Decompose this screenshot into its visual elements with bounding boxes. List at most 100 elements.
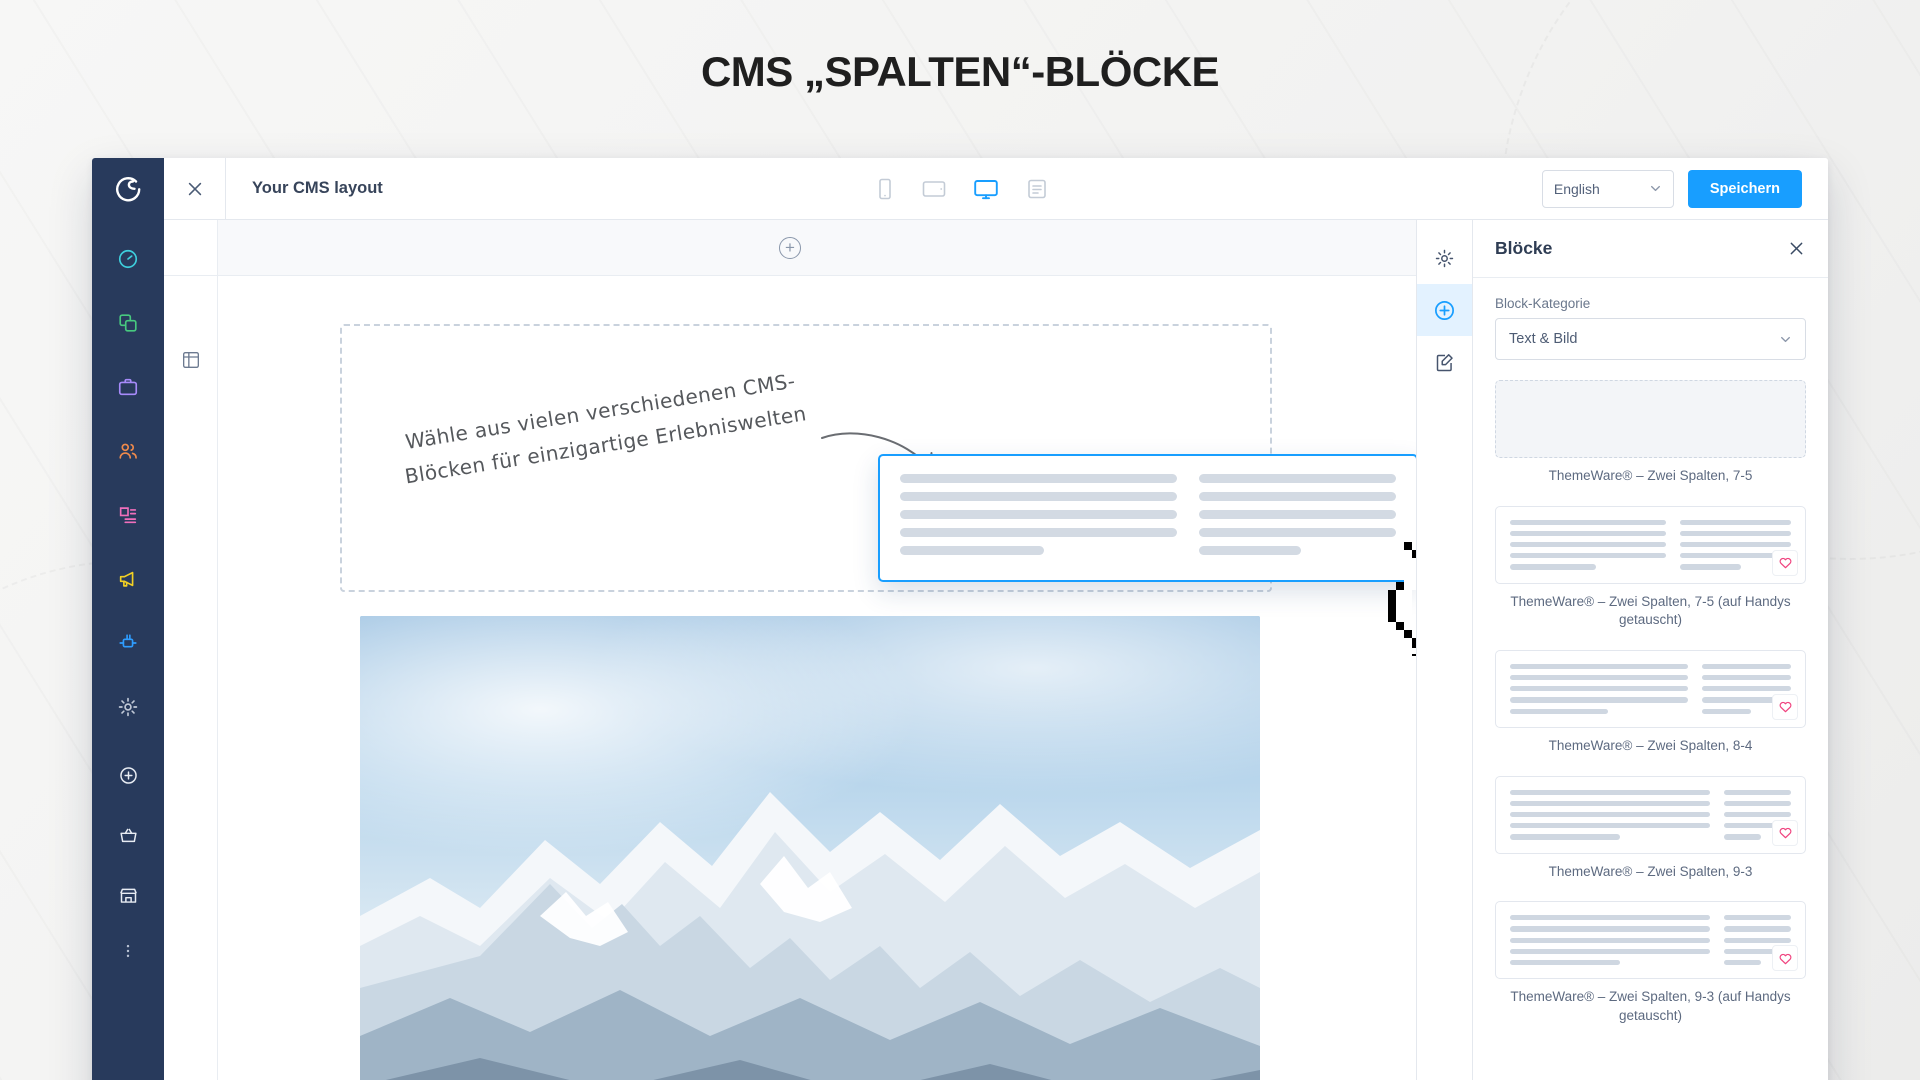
block-list-item[interactable]: ThemeWare® – Zwei Spalten, 9-3 xyxy=(1495,775,1806,882)
dragged-block-preview[interactable] xyxy=(878,454,1416,582)
placeholder-bar xyxy=(1198,492,1396,501)
block-list-item[interactable]: ThemeWare® – Zwei Spalten, 7-5 xyxy=(1495,380,1806,486)
toolbar-right: English Speichern xyxy=(1541,169,1828,208)
shopware-logo-icon[interactable] xyxy=(92,158,164,220)
block-category-select[interactable]: Text & Bild xyxy=(1495,318,1806,360)
placeholder-bar xyxy=(1198,510,1396,519)
block-label: ThemeWare® – Zwei Spalten, 8-4 xyxy=(1548,737,1753,753)
placeholder-bar xyxy=(900,528,1177,537)
device-preview-switcher xyxy=(383,177,1542,201)
placeholder-bar xyxy=(1724,959,1761,966)
language-select[interactable]: English xyxy=(1541,169,1674,208)
blocks-panel-header: Blöcke xyxy=(1473,220,1828,278)
block-category-value: Text & Bild xyxy=(1509,331,1578,347)
chevron-down-icon xyxy=(1781,336,1790,342)
placeholder-bar xyxy=(1724,811,1791,818)
block-list-item[interactable]: ThemeWare® – Zwei Spalten, 7-5 (auf Hand… xyxy=(1495,505,1806,630)
placeholder-bar xyxy=(1679,542,1791,548)
placeholder-bar xyxy=(1198,528,1396,537)
gear-icon[interactable] xyxy=(1417,232,1473,284)
placeholder-bar xyxy=(1724,937,1791,943)
block-preview[interactable] xyxy=(1495,901,1806,980)
sidebar-item-basket[interactable] xyxy=(107,814,149,856)
sidebar-item-orders[interactable] xyxy=(107,366,149,408)
placeholder-bar xyxy=(1510,686,1688,692)
sidebar-item-content[interactable] xyxy=(107,494,149,536)
block-list-item[interactable]: ThemeWare® – Zwei Spalten, 8-4 xyxy=(1495,649,1806,756)
placeholder-bar xyxy=(1724,800,1791,806)
blocks-panel: Blöcke Block-Kategorie Text & Bild Theme… xyxy=(1472,220,1828,1080)
edit-document-icon[interactable] xyxy=(1417,336,1473,388)
sidebar-item-extensions[interactable] xyxy=(107,622,149,664)
sidebar-item-dashboard[interactable] xyxy=(107,238,149,280)
block-preview[interactable] xyxy=(1495,380,1806,458)
placeholder-bar xyxy=(1702,708,1751,714)
placeholder-bar xyxy=(1724,926,1791,932)
heart-outline-icon[interactable] xyxy=(1772,549,1798,576)
close-icon[interactable] xyxy=(1787,239,1806,258)
close-icon[interactable] xyxy=(164,158,226,220)
block-preview[interactable] xyxy=(1495,505,1806,584)
placeholder-bar xyxy=(1510,519,1666,525)
add-section-button[interactable]: + xyxy=(779,236,801,259)
block-list-item[interactable]: ThemeWare® – Zwei Spalten, 9-3 (auf Hand… xyxy=(1495,901,1806,1025)
placeholder-bar xyxy=(1510,789,1711,795)
placeholder-bar xyxy=(1510,553,1666,559)
strip-left-cell xyxy=(164,220,218,275)
placeholder-bar xyxy=(900,492,1177,501)
sidebar-item-storefront[interactable] xyxy=(107,874,149,916)
editor-canvas: Wähle aus vielen verschiedenen CMS-Blöck… xyxy=(164,276,1416,1080)
block-list: ThemeWare® – Zwei Spalten, 7-5 ThemeWare®… xyxy=(1495,380,1806,1025)
list-icon[interactable] xyxy=(1025,177,1049,201)
sidebar-item-settings[interactable] xyxy=(107,686,149,728)
desktop-icon[interactable] xyxy=(973,177,999,201)
placeholder-bar xyxy=(1679,519,1791,525)
dragged-block-left-column xyxy=(900,474,1177,562)
more-vertical-icon[interactable] xyxy=(107,930,149,972)
block-preview-left-column xyxy=(1510,663,1688,714)
section-add-strip: + xyxy=(164,220,1416,276)
placeholder-bar xyxy=(1198,546,1302,555)
block-category-label: Block-Kategorie xyxy=(1495,296,1591,311)
language-value: English xyxy=(1553,180,1600,197)
block-preview[interactable] xyxy=(1495,775,1806,854)
tablet-icon[interactable] xyxy=(921,177,947,201)
block-preview[interactable] xyxy=(1495,649,1806,728)
plus-circle-icon[interactable] xyxy=(1416,284,1473,336)
block-preview-left-column xyxy=(1510,789,1711,840)
sidebar-item-customers[interactable] xyxy=(107,430,149,472)
placeholder-bar xyxy=(1198,474,1396,483)
placeholder-bar xyxy=(1724,915,1791,921)
block-label: ThemeWare® – Zwei Spalten, 9-3 xyxy=(1548,863,1753,879)
cms-editor: + Wähle aus vielen verschiedenen CMS-Blö… xyxy=(164,220,1416,1080)
section-gutter xyxy=(164,276,218,1080)
editor-tool-strip xyxy=(1416,220,1473,1080)
heart-outline-icon[interactable] xyxy=(1772,945,1798,972)
layout-title: Your CMS layout xyxy=(252,179,383,197)
mobile-icon[interactable] xyxy=(875,177,895,201)
placeholder-bar xyxy=(1679,564,1741,570)
main-sidebar xyxy=(92,158,164,1080)
heart-outline-icon[interactable] xyxy=(1772,819,1798,846)
main-area: Your CMS layout English Speichern + Wähl… xyxy=(164,158,1828,1080)
sidebar-item-catalogues[interactable] xyxy=(107,302,149,344)
placeholder-bar xyxy=(900,474,1177,483)
canvas-stage: Wähle aus vielen verschiedenen CMS-Blöck… xyxy=(218,276,1416,1080)
layout-icon[interactable] xyxy=(181,350,201,1080)
placeholder-bar xyxy=(1510,800,1711,806)
block-label: ThemeWare® – Zwei Spalten, 7-5 xyxy=(1548,468,1753,483)
sidebar-item-add[interactable] xyxy=(107,754,149,796)
placeholder-bar xyxy=(1510,811,1711,818)
placeholder-bar xyxy=(1510,926,1711,932)
placeholder-bar xyxy=(1679,530,1791,537)
sidebar-item-marketing[interactable] xyxy=(107,558,149,600)
editor-toolbar: Your CMS layout English Speichern xyxy=(164,158,1828,220)
placeholder-bar xyxy=(1510,915,1711,921)
placeholder-bar xyxy=(1510,959,1621,966)
block-preview-left-column xyxy=(1510,519,1666,570)
block-label: ThemeWare® – Zwei Spalten, 7-5 (auf Hand… xyxy=(1510,593,1791,628)
page-title: CMS „SPALTEN“-BLÖCKE xyxy=(700,48,1220,95)
heart-outline-icon[interactable] xyxy=(1772,693,1798,720)
save-button[interactable]: Speichern xyxy=(1687,169,1802,208)
block-label: ThemeWare® – Zwei Spalten, 9-3 (auf Hand… xyxy=(1510,989,1791,1023)
